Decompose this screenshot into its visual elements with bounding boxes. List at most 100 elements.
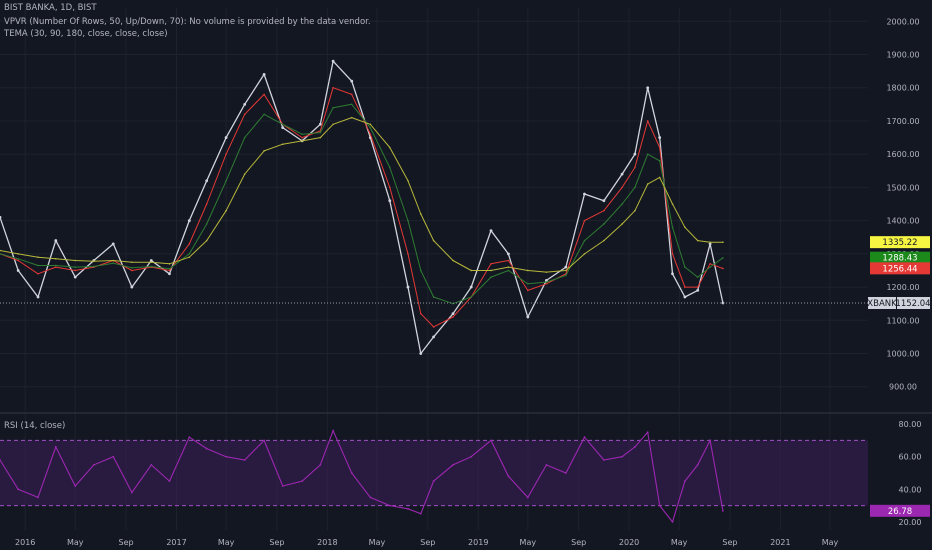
tema-mid-point [388, 166, 391, 169]
rsi-point [709, 439, 712, 442]
tema-mid-point [565, 274, 567, 277]
tema-mid-point [658, 160, 661, 162]
tema-slow-point [55, 258, 57, 260]
tema-mid-badge-label: 1288.43 [882, 254, 917, 264]
tema-mid-point [646, 153, 649, 155]
tema-fast-point [527, 289, 529, 292]
tema-slow-point [131, 261, 133, 263]
price-tick-label: 1600.00 [886, 150, 919, 159]
tema-slow-point [93, 260, 95, 262]
rsi-point [301, 480, 304, 483]
tema-slow-point [112, 259, 115, 262]
tema-mid-point [150, 265, 153, 268]
price-tick-label: 900.00 [889, 383, 917, 392]
tema-legend[interactable]: TEMA (30, 90, 180, close, close, close) [4, 29, 168, 39]
tema-mid-point [205, 223, 208, 225]
price-series-point [54, 239, 58, 242]
tema-fast-point [369, 133, 372, 136]
rsi-point [722, 509, 724, 512]
rsi-point [225, 455, 227, 458]
price-series-line[interactable] [0, 60, 724, 355]
tema-slow-point [168, 263, 171, 265]
price-series-point [646, 86, 650, 90]
rsi-tick-label: 40.00 [899, 485, 922, 494]
tema-mid-point [281, 123, 284, 126]
tema-slow-point [545, 271, 548, 273]
price-series-point [187, 219, 191, 223]
rsi-point [150, 463, 153, 466]
rsi-point [432, 480, 435, 483]
rsi-point [633, 446, 636, 448]
symbol-legend[interactable]: BIST BANKA, 1D, BIST [4, 3, 97, 13]
tema-mid-point [225, 179, 227, 182]
tema-fast-point [671, 253, 674, 255]
price-series-point [658, 136, 662, 139]
vpvr-legend[interactable]: VPVR (Number Of Rows, 50, Up/Down, 70): … [4, 17, 371, 27]
tema-fast-point [131, 269, 133, 272]
tema-slow-point [301, 140, 303, 142]
rsi-point [92, 463, 95, 466]
tema-mid-point [369, 126, 372, 129]
tema-slow-point [646, 183, 649, 185]
price-tick-label: 1000.00 [886, 350, 919, 359]
rsi-point [658, 504, 661, 507]
time-tick-label: 2017 [166, 538, 186, 547]
price-series-point [671, 272, 674, 276]
tema-slow-point [583, 253, 586, 255]
rsi-point [419, 512, 422, 515]
rsi-tick-label: 80.00 [899, 420, 922, 429]
tema-mid-point [243, 136, 246, 139]
tema-slow-point [332, 123, 334, 126]
tema-slow-point [17, 253, 19, 255]
tema-slow-point [150, 261, 153, 263]
price-series-point [0, 215, 2, 219]
price-series-point [469, 285, 473, 289]
rsi-point [507, 475, 510, 478]
price-plot[interactable] [0, 59, 725, 355]
tema-fast-point [263, 93, 265, 96]
price-series-point [130, 285, 134, 289]
rsi-legend[interactable]: RSI (14, close) [4, 421, 65, 431]
rsi-point [350, 472, 353, 474]
price-series-point [16, 269, 20, 272]
tema-fast-line[interactable] [0, 87, 724, 328]
tema-slow-point [603, 239, 605, 242]
tema-mid-point [301, 133, 303, 136]
rsi-point [74, 485, 77, 487]
rsi-point [646, 431, 649, 434]
price-series-point [111, 242, 115, 246]
time-tick-label: May [67, 538, 84, 547]
tema-slow-point [634, 209, 636, 212]
price-axis[interactable]: 2000.00 1900.00 1800.00 1700.00 1600.00 1500.… [886, 17, 919, 391]
tema-slow-point [205, 239, 208, 242]
price-tick-label: 1200.00 [886, 283, 919, 292]
tema-slow-point [225, 209, 227, 212]
tema-slow-point [621, 223, 623, 225]
price-tick-label: 1800.00 [886, 84, 919, 93]
tema-slow-point [369, 123, 372, 126]
time-axis[interactable]: 2016 May Sep 2017 May Sep 2018 May Sep 2019 May Sep… [15, 538, 838, 547]
tema-mid-point [37, 264, 39, 267]
rsi-point [243, 459, 246, 461]
price-series-point [696, 288, 700, 292]
price-series-point [36, 295, 40, 299]
tema-slow-line[interactable] [0, 117, 723, 273]
time-tick-label: Sep [420, 538, 435, 547]
tema-slow-point [671, 203, 674, 205]
tema-slow-point [243, 173, 246, 175]
price-series-point [388, 199, 392, 203]
tema-slow-point [709, 241, 711, 244]
price-series-point [620, 172, 624, 176]
tema-fast-point [419, 312, 422, 315]
tema-mid-point [507, 269, 510, 272]
price-series-point [350, 79, 354, 83]
tema-mid-point [709, 266, 711, 268]
tema-title: TEMA (30, 90, 180, close, close, close) [4, 29, 168, 39]
tema-mid-line[interactable] [0, 103, 724, 305]
rsi-point [281, 485, 284, 487]
price-series-point [168, 272, 171, 276]
time-tick-label: 2021 [770, 538, 790, 547]
chart-canvas[interactable]: 2000.00 1900.00 1800.00 1700.00 1600.00 1500.… [0, 0, 932, 550]
tema-fast-point [168, 269, 171, 272]
tema-fast-point [205, 203, 208, 205]
